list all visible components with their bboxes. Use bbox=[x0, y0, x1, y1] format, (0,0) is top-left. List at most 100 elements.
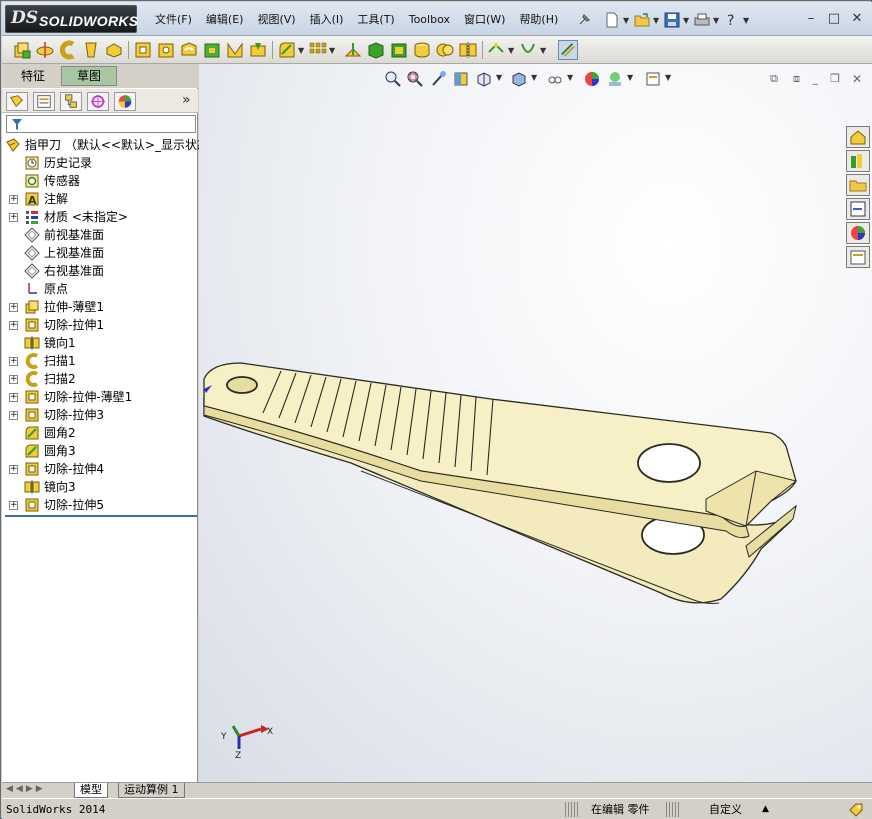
edit-appearance-icon[interactable] bbox=[583, 70, 601, 88]
save-icon[interactable] bbox=[663, 11, 681, 29]
help-icon[interactable]: ? bbox=[723, 11, 741, 29]
tree-item[interactable]: 圆角3 bbox=[2, 442, 198, 460]
featuremanager-tab-icon[interactable] bbox=[6, 92, 28, 111]
tree-item[interactable]: 右视基准面 bbox=[2, 262, 198, 280]
print-dropdown-icon[interactable]: ▼ bbox=[713, 16, 721, 25]
instant3d-icon[interactable] bbox=[558, 40, 578, 60]
revolved-boss-icon[interactable] bbox=[35, 40, 55, 60]
fillet-dropdown-icon[interactable]: ▼ bbox=[298, 46, 306, 55]
expand-icon[interactable]: + bbox=[9, 411, 18, 420]
expand-icon[interactable]: + bbox=[9, 195, 18, 204]
maximize-icon[interactable]: □ bbox=[825, 11, 843, 27]
solidworks-resources-icon[interactable] bbox=[846, 126, 870, 148]
swept-cut-icon[interactable] bbox=[179, 40, 199, 60]
extruded-cut-icon[interactable] bbox=[133, 40, 153, 60]
custom-properties-icon[interactable] bbox=[846, 246, 870, 268]
tree-item[interactable]: + 材质 <未指定> bbox=[2, 208, 198, 226]
curves-icon[interactable] bbox=[518, 40, 538, 60]
tree-item[interactable]: 镜向1 bbox=[2, 334, 198, 352]
tab-model[interactable]: 模型 bbox=[74, 783, 108, 798]
extruded-boss-icon[interactable] bbox=[12, 40, 32, 60]
tree-item[interactable]: 前视基准面 bbox=[2, 226, 198, 244]
swept-boss-icon[interactable] bbox=[58, 40, 78, 60]
display-style-dropdown-icon[interactable]: ▼ bbox=[531, 73, 539, 82]
expand-icon[interactable]: + bbox=[9, 501, 18, 510]
tree-item[interactable]: 上视基准面 bbox=[2, 244, 198, 262]
rebuild-tag-icon[interactable] bbox=[848, 802, 864, 818]
view-palette-icon[interactable] bbox=[846, 198, 870, 220]
wrap-icon[interactable] bbox=[412, 40, 432, 60]
tree-item[interactable]: 历史记录 bbox=[2, 154, 198, 172]
linear-pattern-icon[interactable] bbox=[308, 40, 328, 60]
menu-file[interactable]: 文件(F) bbox=[148, 12, 199, 30]
tree-item[interactable]: + 拉伸-薄壁1 bbox=[2, 298, 198, 316]
reference-geometry-icon[interactable] bbox=[486, 40, 506, 60]
display-style-icon[interactable] bbox=[510, 70, 528, 88]
shell-icon[interactable] bbox=[389, 40, 409, 60]
expand-icon[interactable]: + bbox=[9, 213, 18, 222]
viewport-split-icon[interactable]: ⧉ bbox=[770, 72, 778, 86]
scene-dropdown-icon[interactable]: ▼ bbox=[627, 73, 635, 82]
zoom-to-area-icon[interactable] bbox=[406, 70, 424, 88]
tree-item[interactable]: + 切除-拉伸3 bbox=[2, 406, 198, 424]
menu-help[interactable]: 帮助(H) bbox=[512, 12, 565, 30]
view-orientation-dropdown-icon[interactable]: ▼ bbox=[496, 73, 504, 82]
graphics-area[interactable]: ▼ ▼ ▼ ▼ ▼ ⧉ ⧈ _ ❐ ✕ X Y Z bbox=[199, 64, 872, 782]
tree-item[interactable]: 镜向3 bbox=[2, 478, 198, 496]
tab-sketch[interactable]: 草图 bbox=[61, 66, 117, 86]
solidworks-logo[interactable]: DS SOLIDWORKS bbox=[5, 5, 138, 33]
expand-icon[interactable]: + bbox=[9, 465, 18, 474]
hide-show-dropdown-icon[interactable]: ▼ bbox=[567, 73, 575, 82]
expand-icon[interactable]: + bbox=[9, 357, 18, 366]
nail-clipper-model[interactable] bbox=[199, 64, 872, 782]
tree-item[interactable]: + 切除-拉伸-薄壁1 bbox=[2, 388, 198, 406]
lofted-boss-icon[interactable] bbox=[81, 40, 101, 60]
pin-icon[interactable] bbox=[575, 11, 593, 29]
menu-tools[interactable]: 工具(T) bbox=[350, 12, 401, 30]
tree-item[interactable]: + 切除-拉伸1 bbox=[2, 316, 198, 334]
tab-scroll-arrows[interactable]: ◀◀▶▶ bbox=[6, 784, 46, 794]
boundary-cut-icon[interactable] bbox=[225, 40, 245, 60]
open-folder-icon[interactable] bbox=[633, 11, 651, 29]
rib-icon[interactable] bbox=[343, 40, 363, 60]
fillet-icon[interactable] bbox=[277, 40, 297, 60]
intersect-icon[interactable] bbox=[435, 40, 455, 60]
expand-icon[interactable]: + bbox=[9, 375, 18, 384]
lofted-cut-icon[interactable] bbox=[202, 40, 222, 60]
draft-icon[interactable] bbox=[366, 40, 386, 60]
tree-item[interactable]: 原点 bbox=[2, 280, 198, 298]
tree-item[interactable]: + A 注解 bbox=[2, 190, 198, 208]
print-icon[interactable] bbox=[693, 11, 711, 29]
expand-panel-icon[interactable]: » bbox=[182, 92, 191, 108]
menu-edit[interactable]: 编辑(E) bbox=[199, 12, 251, 30]
hole-wizard-icon[interactable] bbox=[248, 40, 268, 60]
viewport-minimize-icon[interactable]: _ bbox=[813, 72, 819, 85]
view-settings-dropdown-icon[interactable]: ▼ bbox=[665, 73, 673, 82]
tree-root-part[interactable]: 指甲刀 （默认<<默认>_显示状态 bbox=[2, 136, 209, 154]
tab-motion-study[interactable]: 运动算例 1 bbox=[118, 783, 185, 798]
new-dropdown-icon[interactable]: ▼ bbox=[623, 16, 631, 25]
revolved-cut-icon[interactable] bbox=[156, 40, 176, 60]
zoom-to-fit-icon[interactable] bbox=[384, 70, 402, 88]
expand-icon[interactable]: + bbox=[9, 303, 18, 312]
tree-item[interactable]: + 扫描1 bbox=[2, 352, 198, 370]
menu-insert[interactable]: 插入(I) bbox=[303, 12, 351, 30]
new-document-icon[interactable] bbox=[603, 11, 621, 29]
file-explorer-icon[interactable] bbox=[846, 174, 870, 196]
propertymanager-tab-icon[interactable] bbox=[33, 92, 55, 111]
configurationmanager-tab-icon[interactable] bbox=[60, 92, 82, 111]
appearances-scenes-icon[interactable] bbox=[846, 222, 870, 244]
viewport-restore-icon[interactable]: ❐ bbox=[830, 72, 840, 85]
status-units[interactable]: 自定义 bbox=[709, 802, 742, 817]
hide-show-items-icon[interactable] bbox=[546, 70, 564, 88]
viewport-layout-icon[interactable]: ⧈ bbox=[793, 72, 800, 86]
rollback-bar[interactable] bbox=[5, 515, 197, 517]
close-icon[interactable]: ✕ bbox=[848, 11, 866, 27]
dimxpert-tab-icon[interactable] bbox=[87, 92, 109, 111]
pattern-dropdown-icon[interactable]: ▼ bbox=[329, 46, 337, 55]
curves-dropdown-icon[interactable]: ▼ bbox=[540, 46, 548, 55]
menu-view[interactable]: 视图(V) bbox=[250, 12, 302, 30]
tree-item[interactable]: 圆角2 bbox=[2, 424, 198, 442]
open-dropdown-icon[interactable]: ▼ bbox=[653, 16, 661, 25]
tree-filter-input[interactable] bbox=[6, 115, 196, 133]
